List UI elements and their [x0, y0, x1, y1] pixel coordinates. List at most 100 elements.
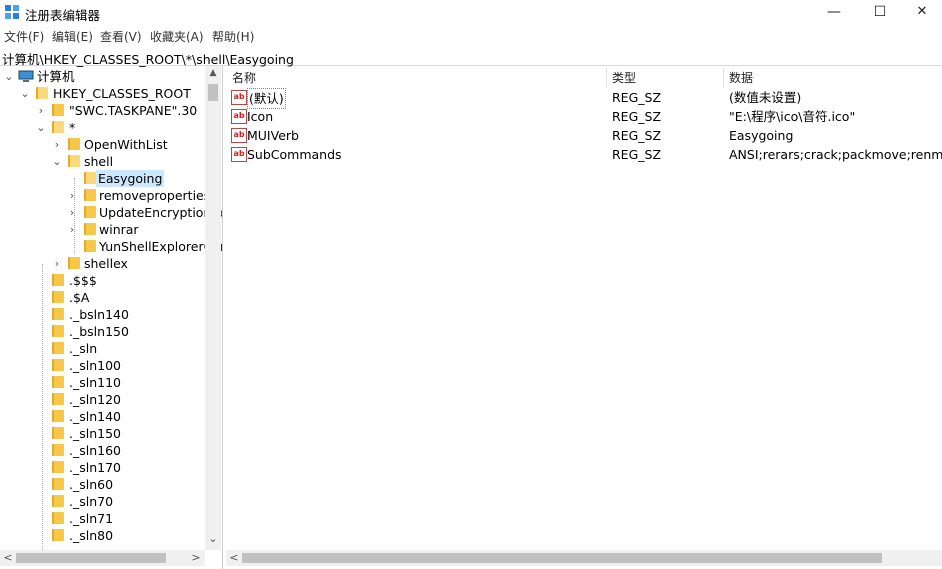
- tree-item-label: ._sln110: [69, 375, 121, 390]
- value-data: ANSI;rerars;crack;packmove;renmusic: [729, 147, 942, 162]
- folder-icon: [84, 206, 96, 218]
- folder-icon: [52, 291, 64, 303]
- maximize-button[interactable]: ☐: [858, 0, 902, 24]
- string-value-icon: ab: [231, 147, 247, 162]
- chevron-right-icon[interactable]: ›: [36, 102, 46, 119]
- value-name: Icon: [247, 109, 274, 124]
- tree-item-label: winrar: [99, 222, 139, 237]
- folder-icon: [52, 529, 64, 541]
- folder-icon: [84, 172, 96, 184]
- close-button[interactable]: ✕: [900, 0, 942, 24]
- value-type: REG_SZ: [612, 128, 662, 143]
- scroll-right-arrow-icon[interactable]: >: [188, 551, 204, 564]
- folder-icon: [52, 325, 64, 337]
- tree-item-label: ._sln120: [69, 392, 121, 407]
- tree-item-label: ._sln100: [69, 358, 121, 373]
- scroll-left-arrow-icon[interactable]: <: [0, 551, 16, 564]
- tree-item-label: .$A: [69, 290, 90, 305]
- folder-icon: [52, 427, 64, 439]
- folder-icon: [52, 512, 64, 524]
- scrollbar-thumb[interactable]: [242, 553, 882, 563]
- menu-edit[interactable]: 编辑(E): [52, 28, 93, 45]
- tree-item-label: ._sln80: [69, 528, 114, 543]
- column-header-name[interactable]: 名称: [232, 68, 256, 88]
- folder-icon: [68, 155, 80, 167]
- tree-item-label: ._sln60: [69, 477, 114, 492]
- tree-item-label: shellex: [84, 256, 128, 271]
- tree-item-label: .$$$: [69, 273, 97, 288]
- menu-view[interactable]: 查看(V): [100, 28, 142, 45]
- column-header-data[interactable]: 数据: [729, 68, 753, 88]
- tree-item-label: ._sln70: [69, 494, 114, 509]
- scrollbar-thumb[interactable]: [16, 553, 166, 563]
- chevron-right-icon[interactable]: ›: [67, 221, 77, 238]
- column-header-type[interactable]: 类型: [612, 68, 636, 88]
- scroll-up-arrow-icon[interactable]: ▲: [205, 68, 221, 78]
- value-type: REG_SZ: [612, 109, 662, 124]
- tree-item-label: *: [69, 120, 76, 135]
- chevron-right-icon[interactable]: ›: [52, 255, 62, 272]
- value-row[interactable]: ab MUIVerb REG_SZ Easygoing: [226, 126, 942, 145]
- chevron-right-icon[interactable]: ›: [67, 204, 77, 221]
- folder-icon: [68, 138, 80, 150]
- column-separator[interactable]: [606, 68, 607, 88]
- tree-item-label: Easygoing: [96, 170, 165, 187]
- tree-horizontal-scrollbar[interactable]: < >: [0, 550, 205, 566]
- chevron-right-icon[interactable]: ›: [52, 136, 62, 153]
- address-bar[interactable]: 计算机\HKEY_CLASSES_ROOT\*\shell\Easygoing: [0, 47, 942, 67]
- title-bar: 注册表编辑器 — ☐ ✕: [0, 0, 942, 26]
- tree-item-label: ._bsln150: [69, 324, 129, 339]
- folder-icon: [52, 393, 64, 405]
- value-data: Easygoing: [729, 128, 794, 143]
- folder-icon: [52, 359, 64, 371]
- column-separator[interactable]: [723, 68, 724, 88]
- minimize-button[interactable]: —: [812, 0, 856, 24]
- tree-item-label: ._sln160: [69, 443, 121, 458]
- menu-favorites[interactable]: 收藏夹(A): [150, 28, 204, 45]
- value-row[interactable]: ab SubCommands REG_SZ ANSI;rerars;crack;…: [226, 145, 942, 164]
- tree-guide-line: [42, 264, 43, 564]
- scroll-down-arrow-icon[interactable]: ⌄: [205, 532, 221, 545]
- value-data: "E:\程序\ico\音符.ico": [729, 109, 856, 124]
- folder-icon: [52, 274, 64, 286]
- value-type: REG_SZ: [612, 147, 662, 162]
- scrollbar-thumb[interactable]: [208, 84, 218, 101]
- string-value-icon: ab: [231, 109, 247, 124]
- menu-file[interactable]: 文件(F): [4, 28, 44, 45]
- values-list[interactable]: 名称 类型 数据 ab (默认) REG_SZ (数值未设置) ab Icon …: [226, 66, 942, 550]
- folder-icon: [52, 410, 64, 422]
- folder-icon: [36, 87, 48, 99]
- tree-item-label: HKEY_CLASSES_ROOT: [53, 86, 191, 101]
- folder-icon: [84, 189, 96, 201]
- computer-icon: [18, 70, 34, 82]
- folder-icon: [52, 376, 64, 388]
- value-type: REG_SZ: [612, 90, 662, 105]
- value-name: MUIVerb: [247, 128, 299, 143]
- folder-icon: [68, 257, 80, 269]
- tree-item-label: 计算机: [37, 69, 75, 84]
- chevron-down-icon[interactable]: ⌄: [20, 85, 30, 102]
- values-horizontal-scrollbar[interactable]: <: [226, 550, 942, 566]
- value-row[interactable]: ab (默认) REG_SZ (数值未设置): [226, 88, 942, 109]
- tree-item-label: OpenWithList: [84, 137, 168, 152]
- string-value-icon: ab: [231, 90, 247, 105]
- chevron-down-icon[interactable]: ⌄: [52, 153, 62, 170]
- tree-vertical-scrollbar[interactable]: ▲ ⌄: [205, 66, 221, 550]
- value-row[interactable]: ab Icon REG_SZ "E:\程序\ico\音符.ico": [226, 107, 942, 126]
- key-tree[interactable]: ⌄ 计算机 ⌄ HKEY_CLASSES_ROOT › "SWC.TASKPAN…: [0, 66, 223, 569]
- chevron-down-icon[interactable]: ⌄: [4, 68, 14, 85]
- chevron-right-icon[interactable]: ›: [67, 187, 77, 204]
- chevron-down-icon[interactable]: ⌄: [36, 119, 46, 136]
- regedit-app-icon: [5, 5, 19, 19]
- folder-icon: [52, 121, 64, 133]
- tree-item-label: shell: [84, 154, 114, 169]
- folder-icon: [52, 444, 64, 456]
- menu-bar: 文件(F) 编辑(E) 查看(V) 收藏夹(A) 帮助(H): [0, 26, 942, 46]
- window-title: 注册表编辑器: [25, 8, 101, 23]
- scroll-left-arrow-icon[interactable]: <: [226, 551, 242, 564]
- tree-item-label: ._bsln140: [69, 307, 129, 322]
- tree-item-label: ._sln: [69, 341, 98, 356]
- menu-help[interactable]: 帮助(H): [212, 28, 254, 45]
- folder-icon: [84, 223, 96, 235]
- tree-item-label: ._sln150: [69, 426, 121, 441]
